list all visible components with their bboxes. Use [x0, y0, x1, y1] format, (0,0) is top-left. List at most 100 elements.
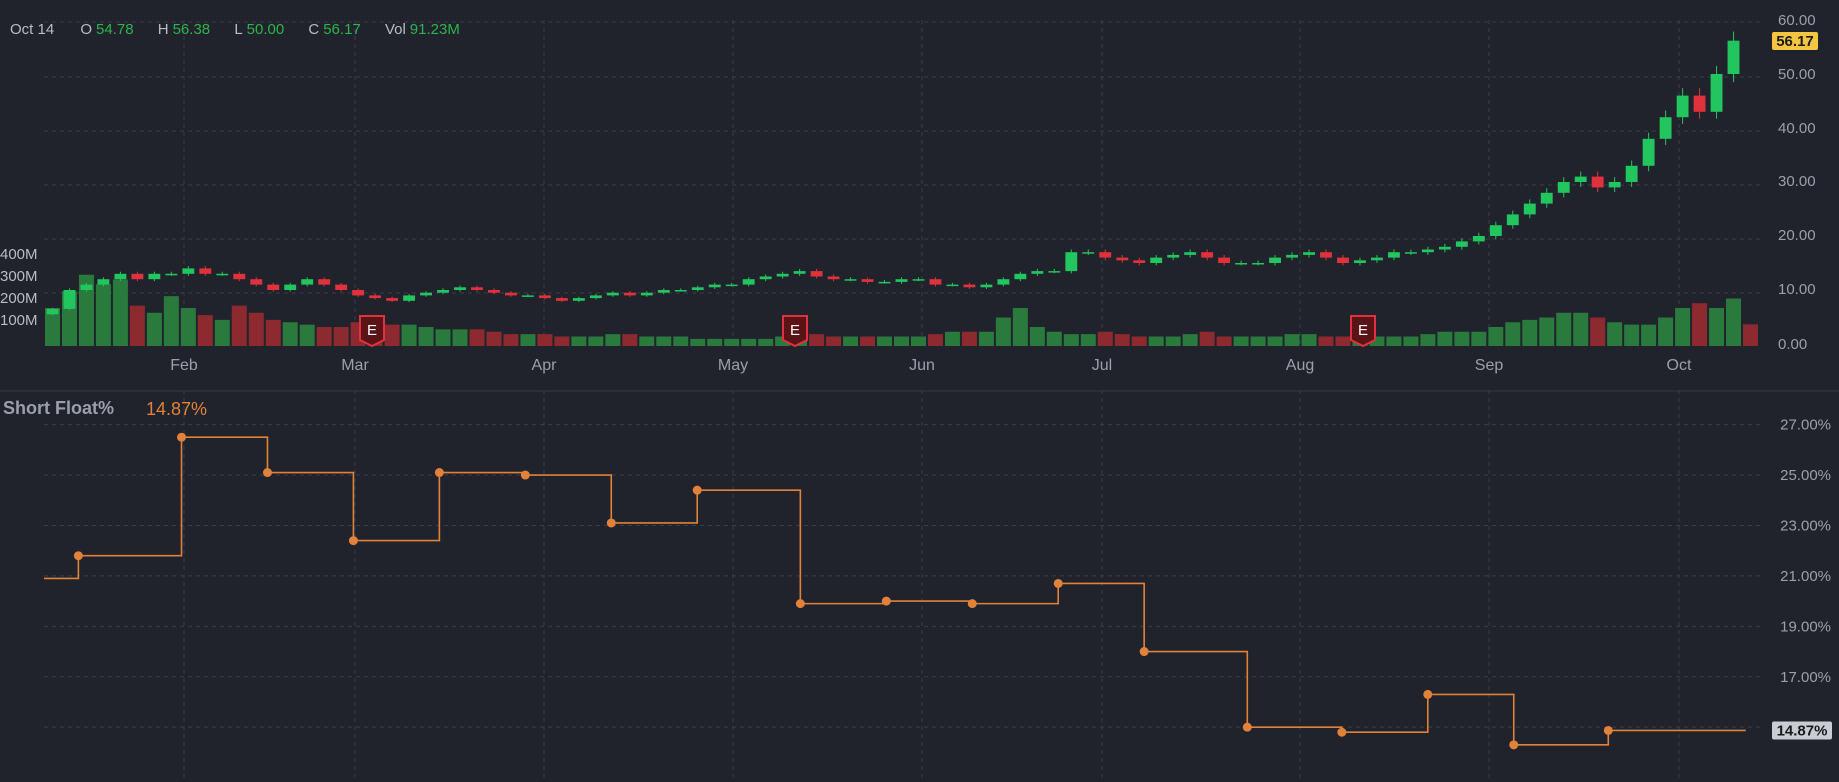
- candle: [1404, 252, 1417, 254]
- short-float-point: [1509, 740, 1519, 750]
- candle: [997, 279, 1010, 285]
- candle: [1065, 252, 1078, 272]
- candle: [437, 290, 449, 293]
- sf-axis-tick: 27.00%: [1780, 417, 1831, 434]
- volume-bar: [435, 329, 451, 346]
- stock-chart[interactable]: 60.00 50.00 40.00 30.00 20.00 10.00 0.00 Feb Mar…: [0, 0, 1839, 782]
- candle: [148, 273, 161, 280]
- ohlc-readout: Oct 14 O 54.78 H 56.38 L 50.00 C 56.17 Vol 91…: [10, 21, 480, 38]
- candle: [742, 279, 755, 285]
- volume-bar: [894, 336, 909, 346]
- candle: [471, 287, 483, 290]
- candle: [1710, 74, 1723, 112]
- candle: [403, 295, 416, 301]
- candle: [1116, 257, 1129, 261]
- volume-bar: [1386, 336, 1402, 346]
- volume-bar: [860, 336, 876, 346]
- price-axis-tick: 60.00: [1778, 12, 1816, 29]
- open-label: O: [80, 21, 93, 38]
- volume-bar: [384, 324, 400, 346]
- volume-bar: [1573, 312, 1589, 346]
- volume-bar: [1624, 324, 1640, 346]
- candle: [352, 290, 365, 296]
- volume-bar: [1658, 317, 1674, 346]
- candle: [759, 276, 772, 280]
- volume-bar: [112, 279, 128, 346]
- candle: [1676, 95, 1689, 118]
- candle: [538, 295, 551, 299]
- candle: [63, 290, 76, 309]
- volume-bar: [248, 312, 264, 346]
- candle: [301, 279, 314, 285]
- volume-bar: [978, 331, 994, 346]
- short-float-point: [881, 596, 891, 606]
- candle: [1591, 176, 1604, 188]
- candle: [1625, 165, 1638, 182]
- candle: [1218, 257, 1231, 263]
- candle: [691, 287, 704, 290]
- candle: [1286, 254, 1298, 258]
- month-axis-label: Feb: [170, 357, 198, 374]
- volume-bar: [1046, 331, 1062, 346]
- short-float-point: [520, 470, 530, 480]
- price-axis-tick: 0.00: [1778, 336, 1807, 353]
- volume-bar: [826, 336, 842, 346]
- price-axis-tick: 30.00: [1778, 173, 1816, 190]
- candle: [284, 284, 297, 290]
- volume-bar: [1097, 331, 1113, 346]
- month-axis-label: Jul: [1092, 357, 1112, 374]
- candle: [216, 273, 229, 276]
- candle: [1133, 260, 1146, 263]
- volume-bar: [1335, 336, 1351, 346]
- volume-bar: [554, 336, 570, 346]
- candle: [1235, 263, 1248, 265]
- candle: [657, 290, 670, 293]
- volume-bar: [1505, 322, 1521, 346]
- candle: [912, 279, 925, 281]
- volume-bar: [316, 327, 332, 346]
- candle: [1421, 249, 1434, 253]
- volume-bar: [163, 296, 179, 346]
- volume-bar: [1199, 331, 1215, 346]
- short-float-point: [692, 485, 702, 495]
- volume-bar: [401, 324, 417, 346]
- volume-bar: [571, 336, 587, 346]
- volume-bar: [961, 331, 977, 346]
- volume-bar: [1471, 331, 1487, 346]
- candle: [386, 298, 399, 301]
- close-label: C: [308, 21, 320, 38]
- month-axis-label: Apr: [532, 357, 558, 374]
- volume-bar: [1063, 334, 1079, 346]
- volume-bar: [944, 331, 960, 346]
- volume-bar: [1488, 327, 1504, 346]
- candle: [1608, 182, 1621, 188]
- volume-bar: [1454, 331, 1470, 346]
- short-float-point: [177, 432, 187, 442]
- candle: [589, 295, 602, 299]
- candle: [844, 279, 857, 281]
- candle: [318, 279, 331, 285]
- volume-bar: [486, 331, 502, 346]
- candle: [1574, 176, 1587, 182]
- short-float-line: [44, 436, 1746, 746]
- volume-bar: [1726, 298, 1742, 346]
- candle: [895, 279, 908, 282]
- volume-bar: [639, 336, 655, 346]
- volume-bar: [1114, 334, 1130, 346]
- sf-axis-tick: 25.00%: [1780, 467, 1831, 484]
- candle: [861, 279, 874, 282]
- sf-axis-tick: 21.00%: [1780, 568, 1831, 585]
- volume-bar: [910, 336, 926, 346]
- sf-value-tag-label: 14.87%: [1777, 722, 1828, 739]
- candle: [1303, 252, 1315, 255]
- volume-bar: [1301, 334, 1317, 346]
- volume-bar: [1216, 336, 1232, 346]
- candle: [725, 284, 738, 287]
- volume-bar: [673, 336, 689, 346]
- volume-axis-tick: 400M: [0, 246, 38, 263]
- short-float-point: [606, 518, 616, 528]
- short-float-point: [1139, 647, 1149, 657]
- volume-bar: [1743, 324, 1758, 346]
- short-float-point: [795, 599, 805, 609]
- candle: [1014, 273, 1027, 280]
